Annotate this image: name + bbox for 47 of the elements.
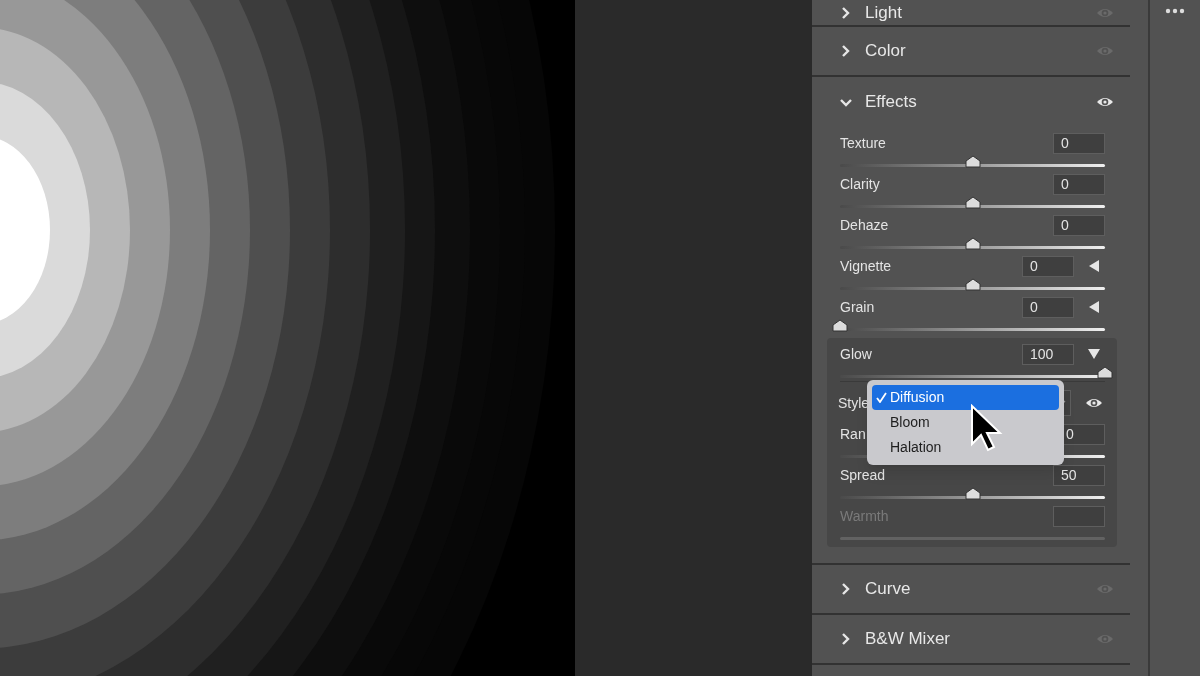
slider-label: Dehaze bbox=[840, 215, 889, 235]
chevron-right-icon[interactable] bbox=[840, 6, 852, 19]
value-field[interactable]: 0 bbox=[1022, 296, 1074, 318]
slider-label: Spread bbox=[840, 465, 886, 485]
more-icon[interactable] bbox=[1165, 8, 1185, 14]
slider-thumb[interactable] bbox=[964, 487, 981, 500]
chevron-right-icon[interactable] bbox=[840, 583, 852, 595]
slider-label: Grain bbox=[840, 297, 875, 317]
slider-thumb[interactable] bbox=[1097, 366, 1113, 379]
section-header[interactable]: Effects bbox=[812, 77, 1130, 127]
eye-icon[interactable] bbox=[1096, 95, 1114, 109]
disabled-field bbox=[1053, 505, 1105, 527]
section-title: Effects bbox=[865, 91, 917, 114]
section-title: Curve bbox=[865, 578, 911, 601]
section-title: Color bbox=[865, 40, 906, 63]
slider-thumb[interactable] bbox=[964, 278, 981, 291]
value-field[interactable]: 50 bbox=[1053, 464, 1105, 486]
slider-thumb[interactable] bbox=[964, 237, 981, 250]
section-header[interactable]: Light bbox=[812, 0, 1130, 27]
value-field[interactable]: 100 bbox=[1022, 343, 1074, 365]
slider-label: Ran bbox=[840, 424, 866, 444]
slider-thumb[interactable] bbox=[964, 196, 981, 209]
value-field[interactable]: 0 bbox=[1053, 214, 1105, 236]
value-field[interactable]: 0 bbox=[1022, 255, 1074, 277]
triangle-down-icon[interactable] bbox=[1088, 348, 1100, 360]
slider-thumb[interactable] bbox=[832, 319, 848, 332]
chevron-right-icon[interactable] bbox=[840, 45, 852, 57]
check-icon[interactable] bbox=[876, 392, 887, 403]
value-field[interactable]: 0 bbox=[1053, 132, 1105, 154]
slider-label: Vignette bbox=[840, 256, 892, 276]
section-header[interactable]: B&W Mixer bbox=[812, 615, 1130, 665]
menu-item[interactable]: Diffusion bbox=[872, 385, 1059, 410]
slider-label: Glow bbox=[840, 344, 872, 364]
value-field[interactable]: 0 bbox=[1053, 173, 1105, 195]
chevron-down-icon[interactable] bbox=[840, 96, 852, 108]
section-title: Light bbox=[865, 1, 902, 24]
cursor-icon bbox=[970, 404, 1003, 453]
section-title: B&W Mixer bbox=[865, 628, 950, 651]
slider-label: Clarity bbox=[840, 174, 880, 194]
slider-thumb[interactable] bbox=[964, 155, 981, 168]
section-header[interactable]: Color bbox=[812, 27, 1130, 77]
slider-label: Texture bbox=[840, 133, 886, 153]
chevron-right-icon[interactable] bbox=[840, 633, 852, 645]
eye-icon[interactable] bbox=[1085, 396, 1103, 410]
triangle-left-icon[interactable] bbox=[1088, 301, 1100, 313]
section-header[interactable]: Curve bbox=[812, 565, 1130, 615]
triangle-left-icon[interactable] bbox=[1088, 260, 1100, 272]
